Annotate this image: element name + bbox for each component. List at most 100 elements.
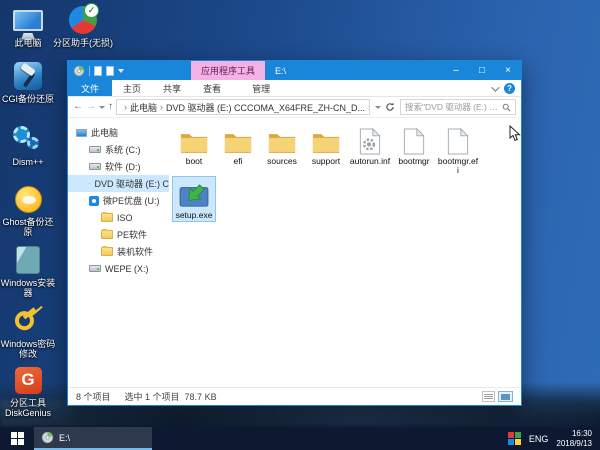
sidebar-item-iso[interactable]: ISO xyxy=(68,209,169,226)
desktop-icon-this-pc[interactable]: 此电脑 xyxy=(0,4,56,48)
desktop-icon-label: Dism++ xyxy=(12,157,43,167)
back-icon[interactable]: ← xyxy=(73,102,83,112)
clock-time: 16:30 xyxy=(572,429,592,439)
taskbar-clock[interactable]: 16:30 2018/9/13 xyxy=(556,429,592,449)
system-tray: ENG 16:30 2018/9/13 xyxy=(500,427,600,450)
refresh-icon[interactable] xyxy=(385,102,395,112)
up-icon[interactable]: ↑ xyxy=(108,102,113,112)
file-item-efi[interactable]: efi xyxy=(217,123,259,177)
file-item-bootmgr[interactable]: bootmgr xyxy=(393,123,435,177)
file-item-autorun[interactable]: autorun.inf xyxy=(349,123,391,177)
tray-color-icon[interactable] xyxy=(508,432,521,445)
sidebar-item-drive-c[interactable]: 系统 (C:) xyxy=(68,141,169,158)
desktop-icon-diskgenius[interactable]: G 分区工具DiskGenius xyxy=(0,364,56,419)
folder-icon xyxy=(311,125,341,155)
file-name: efi xyxy=(234,157,243,166)
clock-date: 2018/9/13 xyxy=(556,439,592,449)
setup-exe-icon xyxy=(178,179,210,209)
sidebar-item-pe-software[interactable]: PE软件 xyxy=(68,226,169,243)
sidebar-item-drive-d[interactable]: 软件 (D:) xyxy=(68,158,169,175)
tab-home[interactable]: 主页 xyxy=(112,80,152,96)
sidebar-item-label: WEPE (X:) xyxy=(105,264,149,274)
cgi-backup-icon xyxy=(12,60,44,92)
desktop-icon-cgi-backup[interactable]: CGI备份还原 xyxy=(0,60,56,104)
toolbar-divider xyxy=(89,66,90,76)
mouse-cursor xyxy=(509,125,521,142)
desktop-icon-label: 此电脑 xyxy=(14,38,41,48)
dvd-drive-icon xyxy=(41,431,54,444)
folder-icon xyxy=(101,230,113,239)
sidebar-item-usb-u[interactable]: 微PE优盘 (U:) xyxy=(68,192,169,209)
address-dropdown-chevron-icon[interactable] xyxy=(375,106,381,109)
details-view-icon[interactable] xyxy=(482,391,495,402)
status-bar: 8 个项目 选中 1 个项目 78.7 KB xyxy=(68,387,521,405)
language-indicator[interactable]: ENG xyxy=(529,434,549,444)
window-title: E:\ xyxy=(275,66,443,76)
quick-access-toolbar xyxy=(68,65,129,77)
maximize-button[interactable]: □ xyxy=(469,61,495,80)
file-name: bootmgr.efi xyxy=(437,157,479,176)
desktop: 此电脑 分区助手(无损) CGI备份还原 Dism++ Ghost备份还原 Wi… xyxy=(0,0,600,450)
window-titlebar[interactable]: 应用程序工具 E:\ – □ × xyxy=(68,61,521,80)
dism-icon xyxy=(12,123,44,155)
drive-icon xyxy=(89,146,101,153)
tab-view[interactable]: 查看 xyxy=(192,80,232,96)
sidebar-item-this-pc[interactable]: 此电脑 xyxy=(68,124,169,141)
sidebar-item-label: 软件 (D:) xyxy=(105,160,141,173)
breadcrumb-current-folder[interactable]: DVD 驱动器 (E:) CCCOMA_X64FRE_ZH-CN_D... xyxy=(166,101,365,114)
sidebar-item-label: 系统 (C:) xyxy=(105,143,141,156)
ribbon-tab-row: 文件 主页 共享 查看 管理 ? xyxy=(68,80,521,97)
minimize-button[interactable]: – xyxy=(443,61,469,80)
properties-icon[interactable] xyxy=(106,66,114,76)
sidebar-item-wepe-x[interactable]: WEPE (X:) xyxy=(68,260,169,277)
file-item-boot[interactable]: boot xyxy=(173,123,215,177)
search-input[interactable]: 搜索"DVD 驱动器 (E:) CCCO... xyxy=(400,99,516,115)
desktop-icon-windows-password[interactable]: Windows密码修改 xyxy=(0,305,56,360)
start-button[interactable] xyxy=(0,427,34,450)
expand-ribbon-chevron-icon[interactable] xyxy=(491,83,499,91)
status-selection-text: 选中 1 个项目 xyxy=(125,392,180,402)
file-item-support[interactable]: support xyxy=(305,123,347,177)
file-item-sources[interactable]: sources xyxy=(261,123,303,177)
help-icon[interactable]: ? xyxy=(504,83,515,94)
forward-icon[interactable]: → xyxy=(86,102,96,112)
desktop-icon-ghost-backup[interactable]: Ghost备份还原 xyxy=(0,183,56,238)
dvd-drive-icon[interactable] xyxy=(73,65,85,77)
desktop-icon-label: Ghost备份还原 xyxy=(0,217,56,238)
navigation-pane: 此电脑 系统 (C:) 软件 (D:) DVD 驱动器 (E:) C 微PE优盘… xyxy=(68,118,169,387)
close-button[interactable]: × xyxy=(495,61,521,80)
large-icons-view-icon[interactable] xyxy=(498,391,513,402)
drive-icon xyxy=(89,163,101,170)
desktop-icon-dism[interactable]: Dism++ xyxy=(0,123,56,167)
folder-icon xyxy=(267,125,297,155)
file-name: setup.exe xyxy=(176,211,213,220)
file-name: sources xyxy=(267,157,297,166)
diskgenius-icon: G xyxy=(12,364,44,396)
file-name: boot xyxy=(186,157,203,166)
contextual-tab-application-tools[interactable]: 应用程序工具 xyxy=(191,61,265,80)
file-item-setup-exe[interactable]: setup.exe xyxy=(173,177,215,221)
desktop-icon-label: 分区助手(无损) xyxy=(53,38,113,48)
tab-file[interactable]: 文件 xyxy=(68,80,112,96)
windows-password-icon xyxy=(12,305,44,337)
new-folder-icon[interactable] xyxy=(94,66,102,76)
sidebar-item-install-software[interactable]: 装机软件 xyxy=(68,243,169,260)
desktop-icon-windows-installer[interactable]: Windows安装器 xyxy=(0,244,56,299)
customize-toolbar-chevron-icon[interactable] xyxy=(118,69,124,73)
breadcrumb-this-pc[interactable]: 此电脑 xyxy=(130,101,157,114)
recent-locations-chevron-icon[interactable] xyxy=(99,106,105,109)
desktop-icon-label: Windows安装器 xyxy=(0,278,56,299)
folder-icon xyxy=(101,213,113,222)
sidebar-item-dvd-drive-e[interactable]: DVD 驱动器 (E:) C xyxy=(68,175,169,192)
sidebar-item-label: ISO xyxy=(117,213,133,223)
desktop-icon-partition-assistant[interactable]: 分区助手(无损) xyxy=(52,4,114,48)
status-item-count: 8 个项目 xyxy=(76,390,111,403)
tab-manage[interactable]: 管理 xyxy=(241,80,281,96)
taskbar-app-explorer[interactable]: E:\ xyxy=(34,427,152,450)
file-list: boot efi sources support autorun.inf xyxy=(169,118,521,387)
file-item-bootmgr-efi[interactable]: bootmgr.efi xyxy=(437,123,479,177)
breadcrumb-separator: › xyxy=(160,102,163,112)
address-bar[interactable]: › 此电脑 › DVD 驱动器 (E:) CCCOMA_X64FRE_ZH-CN… xyxy=(116,99,370,115)
taskbar: E:\ ENG 16:30 2018/9/13 xyxy=(0,427,600,450)
tab-share[interactable]: 共享 xyxy=(152,80,192,96)
